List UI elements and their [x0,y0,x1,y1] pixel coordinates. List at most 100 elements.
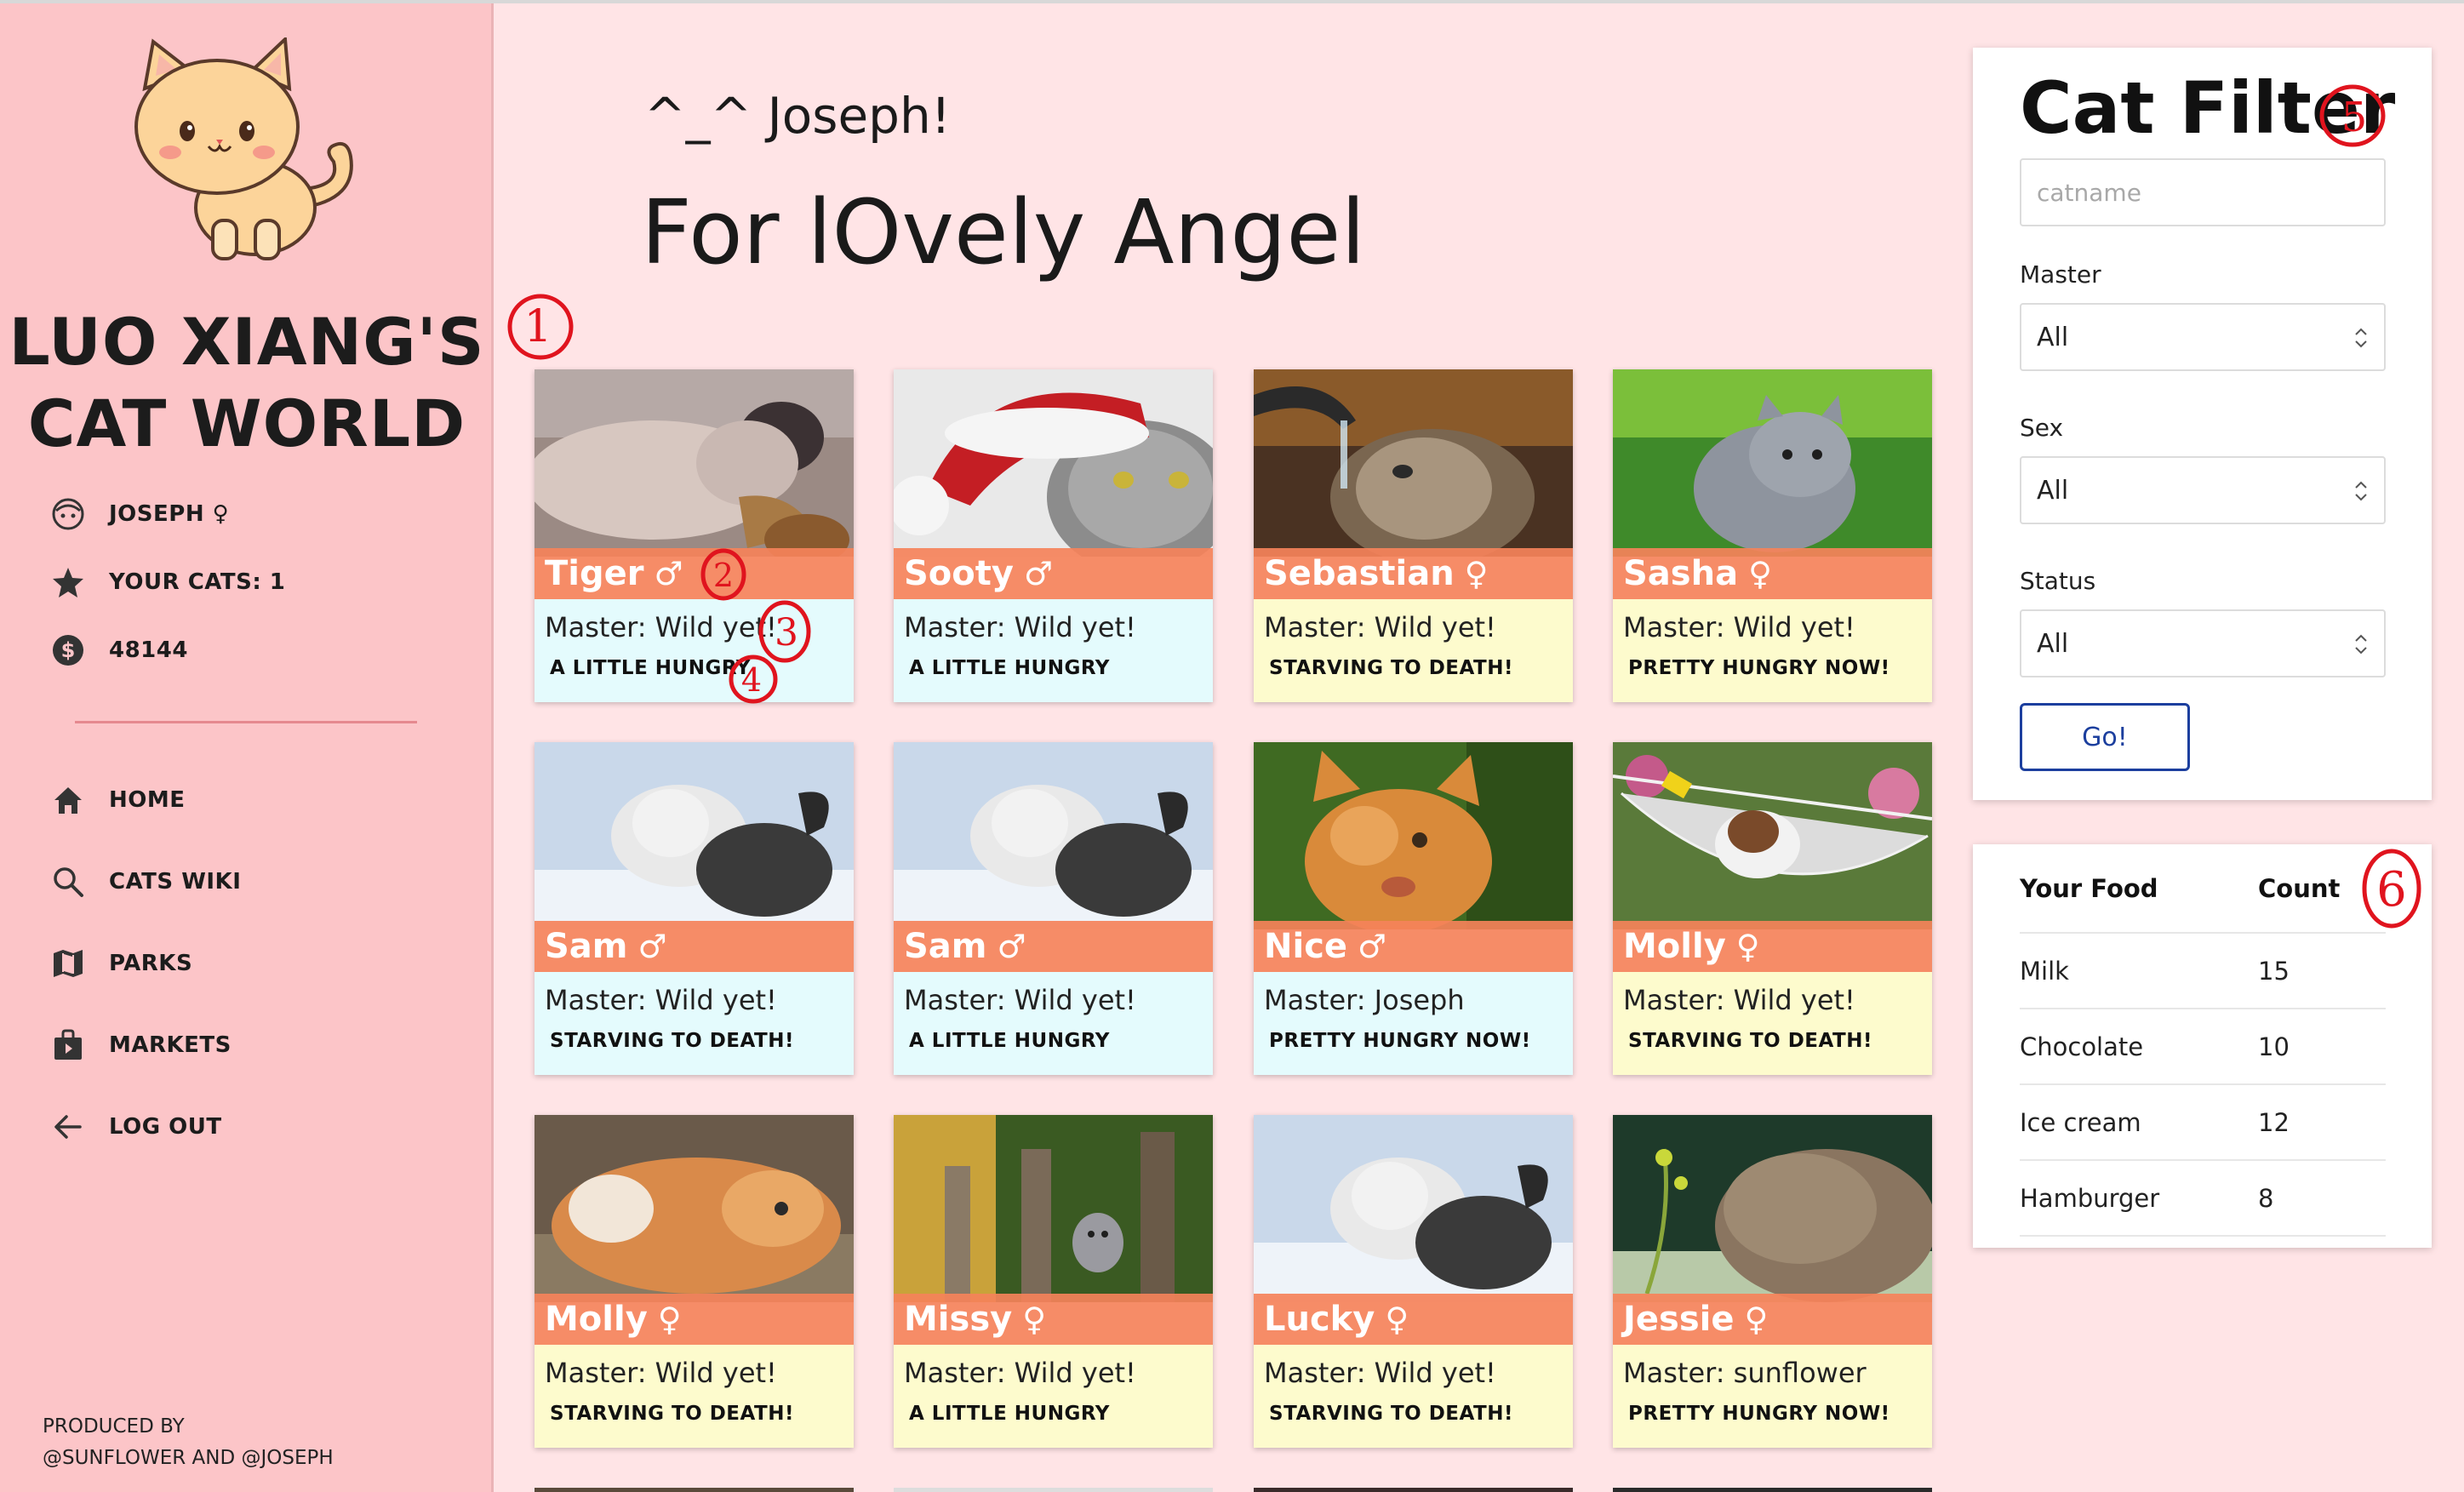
cat-master: Master: Wild yet! [1264,611,1496,643]
nav-item-markets[interactable]: MARKETS [49,1004,241,1086]
cat-logo [128,35,366,267]
cat-status: STARVING TO DEATH! [550,1030,794,1052]
cat-drinking-tap-photo [1254,369,1573,557]
cat-card[interactable]: Molly ♀ Master: Wild yet! STARVING TO DE… [535,1115,854,1448]
sex-select[interactable]: All [2020,456,2386,524]
food-name: Hamburger [2020,1160,2258,1237]
cat-card[interactable]: Sooty ♂ Master: Wild yet! A LITTLE HUNGR… [894,369,1213,702]
card-body: Master: Wild yet! A LITTLE HUNGRY [894,599,1213,702]
card-name-banner: Missy ♀ [894,1294,1213,1345]
app-page: LUO XIANG'S CAT WORLD JOSEPH ♀ YOUR CATS… [0,0,2464,1492]
cat-card[interactable]: Sasha ♀ Master: Wild yet! PRETTY HUNGRY … [1613,369,1932,702]
annotation-label: 5 [2341,94,2368,141]
annotation-label: 1 [523,301,552,352]
arrow-left-icon [49,1108,87,1146]
cat-master: Master: Wild yet! [1623,611,1855,643]
card-body: Master: Wild yet! A LITTLE HUNGRY [894,1345,1213,1448]
cat-name: Molly [545,1300,648,1339]
cat-status: STARVING TO DEATH! [1269,1403,1513,1425]
cat-card[interactable]: Sam ♂ Master: Wild yet! STARVING TO DEAT… [535,742,854,1075]
cat-sex-symbol: ♂ [654,555,683,592]
nav-item-home[interactable]: HOME [49,759,241,841]
nav-label-markets: MARKETS [109,1032,232,1058]
go-button[interactable]: Go! [2020,703,2190,771]
sleeping-kitten-photo [535,369,854,557]
card-body: Master: Joseph PRETTY HUNGRY NOW! [1254,972,1573,1075]
cat-master: Master: Wild yet! [545,1357,777,1389]
cat-sex-symbol: ♂ [997,928,1026,965]
master-label: Master [2020,260,2101,289]
cat-card[interactable]: Jessie ♀ Master: sunflower PRETTY HUNGRY… [1613,1115,1932,1448]
cat-name: Molly [1623,927,1726,966]
status-select[interactable]: All [2020,609,2386,677]
orange-cat-lying-photo [535,1115,854,1302]
brand-title: LUO XIANG'S CAT WORLD [0,301,494,465]
nav-label-cats-wiki: CATS WIKI [109,869,242,895]
annotation-label: 4 [741,661,762,699]
brand-line-2: CAT WORLD [27,386,466,461]
card-name-banner: Molly ♀ [535,1294,854,1345]
master-select[interactable]: All [2020,303,2386,371]
cat-status: A LITTLE HUNGRY [909,1030,1110,1052]
cat-in-snow-photo [1254,1115,1573,1302]
cat-status: A LITTLE HUNGRY [909,1403,1110,1425]
cat-card[interactable]: Lucky ♀ Master: Wild yet! STARVING TO DE… [1254,1115,1573,1448]
cat-name: Missy [904,1300,1013,1339]
user-money-row: $ 48144 [49,616,285,684]
nav-item-log-out[interactable]: LOG OUT [49,1086,241,1168]
cat-sex-symbol: ♂ [1358,928,1387,965]
nav-label-log-out: LOG OUT [109,1114,222,1140]
card-name-banner: Jessie ♀ [1613,1294,1932,1345]
sex-label: Sex [2020,414,2064,442]
cat-sex-symbol: ♀ [1735,928,1760,965]
dollar-icon: $ [49,632,87,669]
cat-name: Sasha [1623,554,1739,593]
card-name-banner: Tiger ♂ [535,548,854,599]
user-name: JOSEPH ♀ [109,501,230,527]
cat-card-peek [535,1488,854,1492]
status-select-value: All [2037,628,2069,659]
card-name-banner: Molly ♀ [1613,921,1932,972]
cat-card-peek [894,1488,1213,1492]
cat-in-snow-photo [535,742,854,929]
master-select-value: All [2037,322,2069,352]
annotation-mark-6: 6 [2362,849,2421,929]
food-name: Milk [2020,933,2258,1009]
tabby-cat-sniffing-photo [1613,1115,1932,1302]
svg-text:$: $ [61,638,76,662]
cat-card[interactable]: Sebastian ♀ Master: Wild yet! STARVING T… [1254,369,1573,702]
card-name-banner: Sebastian ♀ [1254,548,1573,599]
card-body: Master: Wild yet! STARVING TO DEATH! [535,1345,854,1448]
cat-sex-symbol: ♀ [1464,555,1489,592]
greeting: ^_^ Joseph! [644,87,951,145]
cat-status: STARVING TO DEATH! [1269,657,1513,679]
card-body: Master: Wild yet! A LITTLE HUNGRY [894,972,1213,1075]
star-icon [49,563,87,601]
cat-status: STARVING TO DEATH! [1628,1030,1872,1052]
cat-card[interactable]: Sam ♂ Master: Wild yet! A LITTLE HUNGRY [894,742,1213,1075]
cat-card[interactable]: Missy ♀ Master: Wild yet! A LITTLE HUNGR… [894,1115,1213,1448]
nav-item-parks[interactable]: PARKS [49,923,241,1004]
card-name-banner: Nice ♂ [1254,921,1573,972]
catname-input[interactable] [2020,158,2386,226]
food-table-header: Your Food Count [2020,844,2386,934]
annotation-mark-4: 4 [729,655,778,704]
credits-line-2: @SUNFLOWER AND @JOSEPH [43,1447,334,1469]
cat-sex-symbol: ♀ [657,1300,682,1338]
cat-name: Lucky [1264,1300,1375,1339]
cat-name: Sam [904,927,987,966]
user-info: JOSEPH ♀ YOUR CATS: 1 $ 48144 [49,480,285,684]
card-body: Master: sunflower PRETTY HUNGRY NOW! [1613,1345,1932,1448]
nav-item-cats-wiki[interactable]: CATS WIKI [49,841,241,923]
cat-master: Master: Wild yet! [1623,984,1855,1016]
annotation-label: 6 [2376,862,2407,917]
search-icon [49,863,87,900]
ginger-kitten-paw-photo [1254,742,1573,929]
cat-card-peek [1254,1488,1573,1492]
cat-in-snow-photo [894,742,1213,929]
credits: PRODUCED BY @SUNFLOWER AND @JOSEPH [43,1411,334,1474]
table-row: Hamburger 8 [2020,1160,2386,1237]
cat-card[interactable]: Molly ♀ Master: Wild yet! STARVING TO DE… [1613,742,1932,1075]
cat-master: Master: Wild yet! [1264,1357,1496,1389]
cat-card[interactable]: Nice ♂ Master: Joseph PRETTY HUNGRY NOW! [1254,742,1573,1075]
